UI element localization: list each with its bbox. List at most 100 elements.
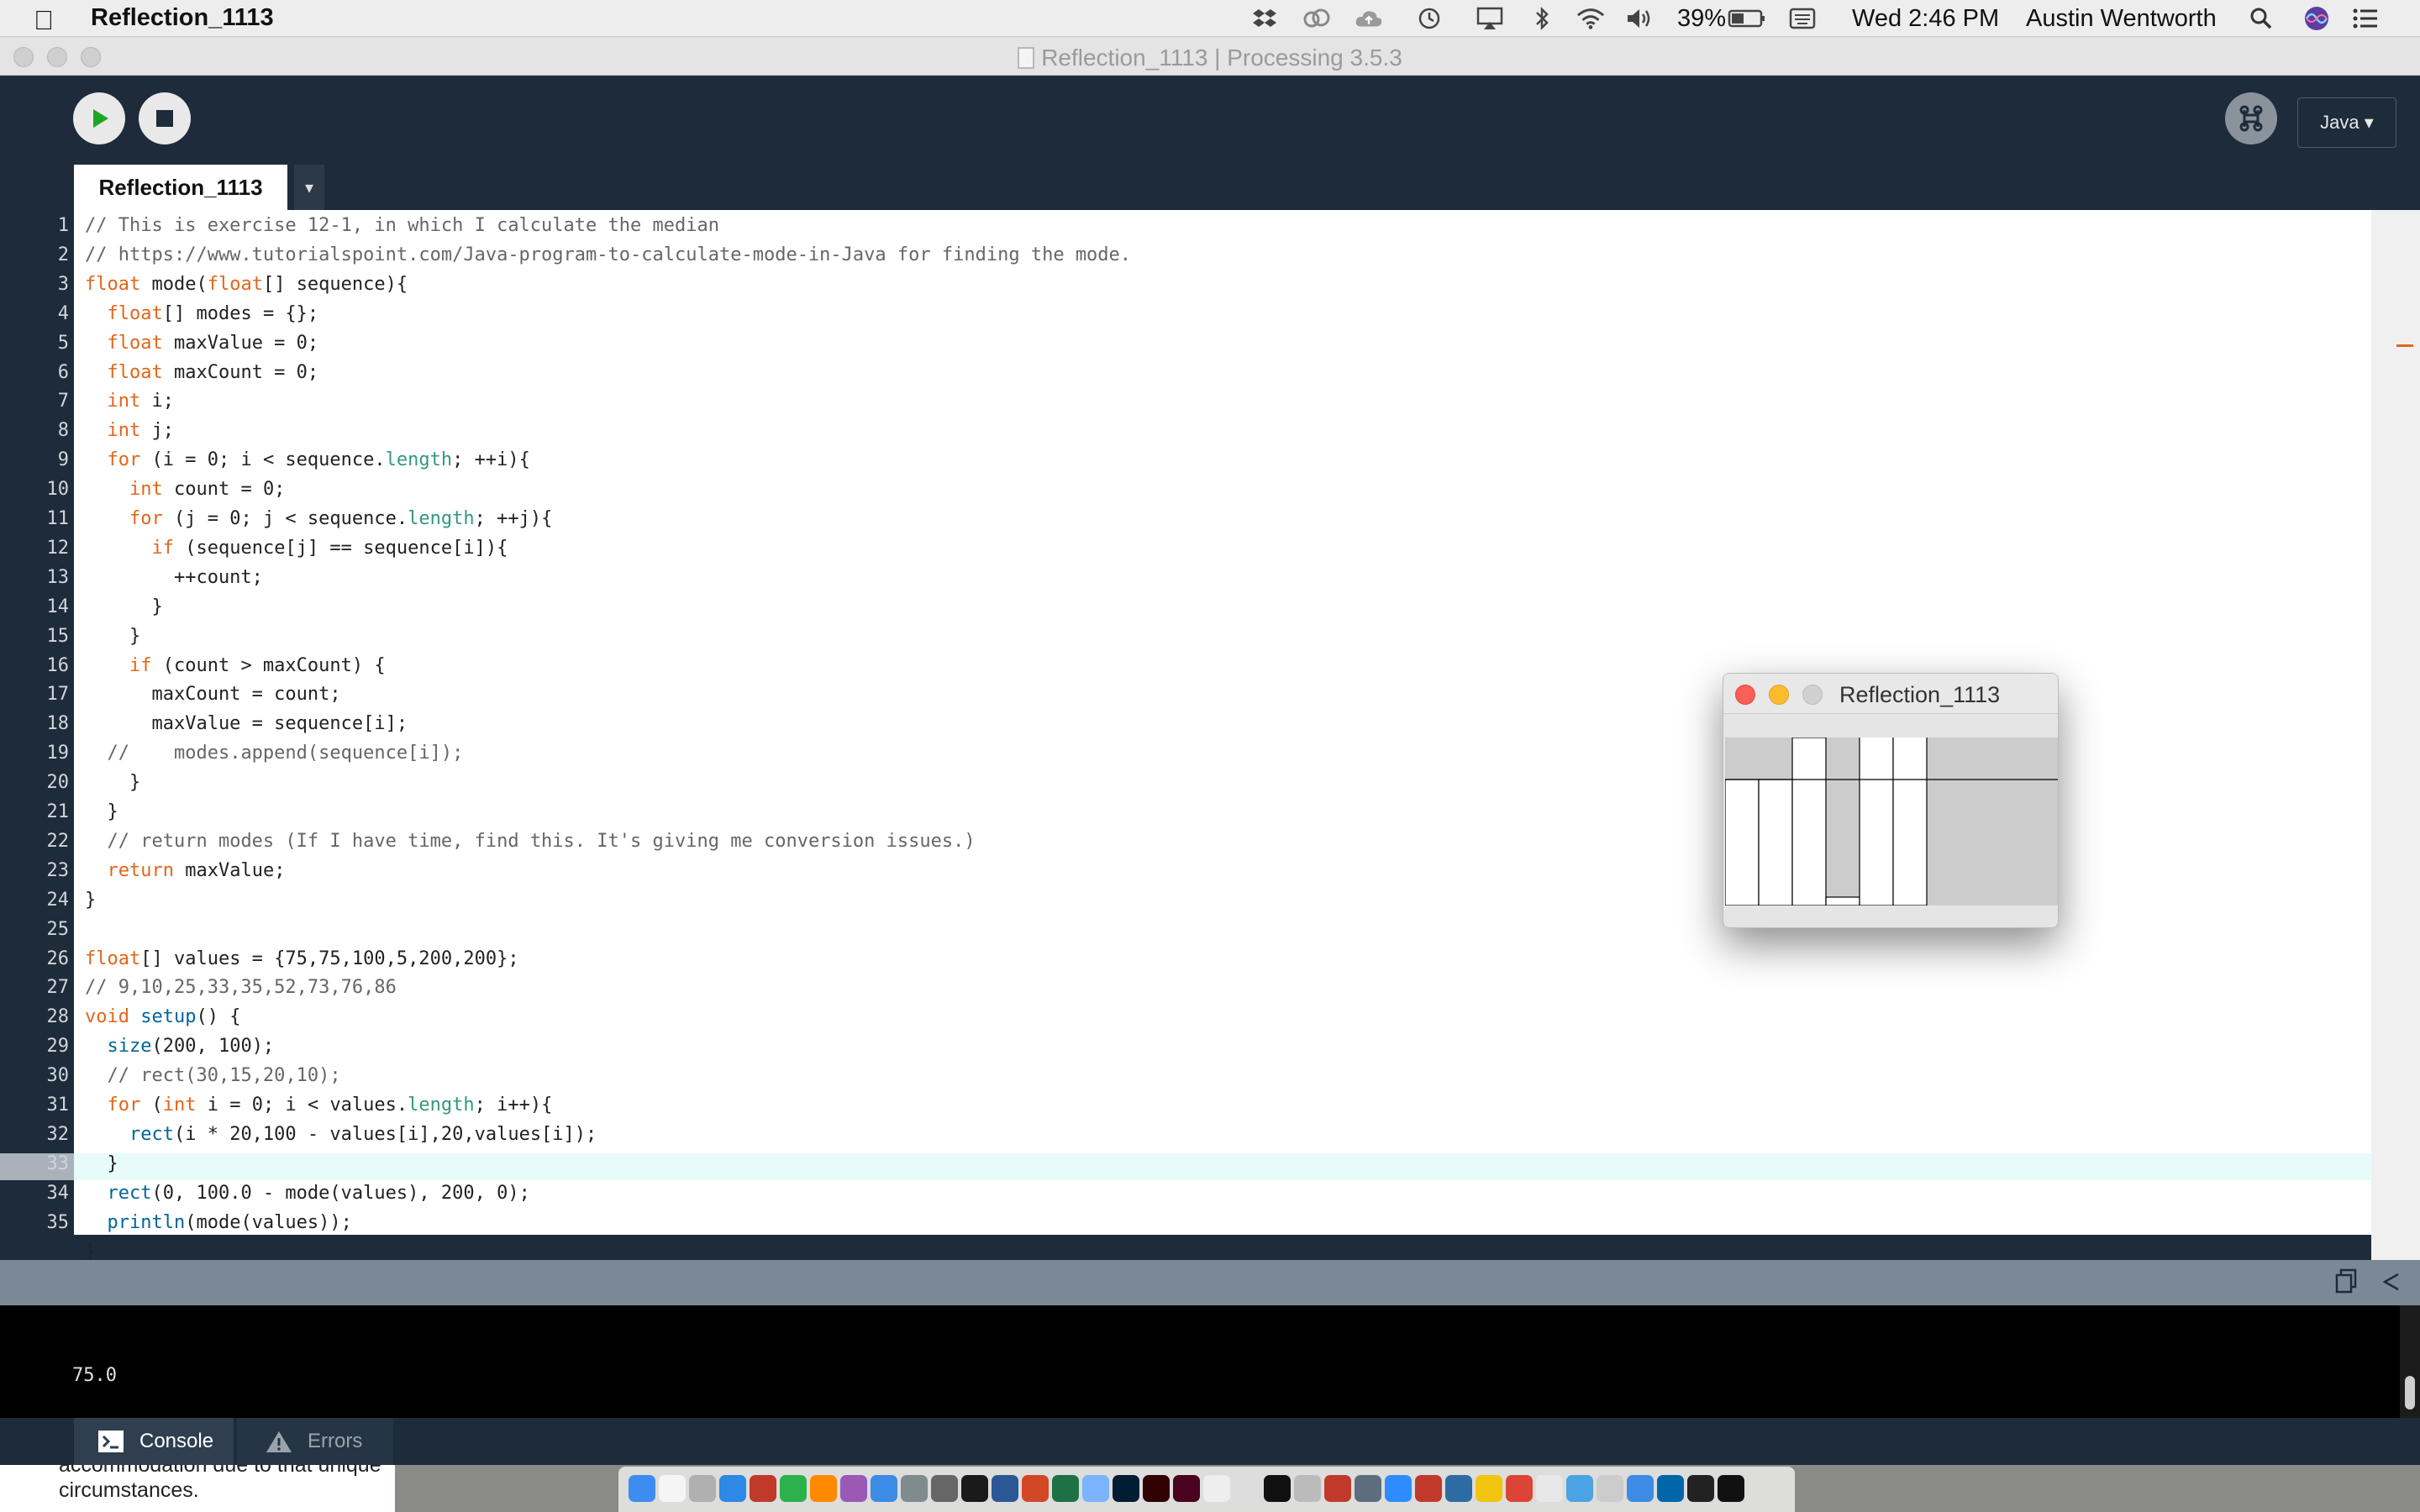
run-button[interactable] xyxy=(73,92,125,144)
collapse-icon[interactable] xyxy=(2381,1272,2402,1296)
console-area[interactable] xyxy=(0,1305,2400,1418)
code-line: rect(i * 20,100 - values[i],20,values[i]… xyxy=(129,1123,597,1145)
code-line: void setup() { xyxy=(85,1006,241,1028)
dock-app-icon[interactable] xyxy=(1203,1475,1230,1502)
cloud-upload-icon[interactable] xyxy=(1355,6,1383,31)
line-number: 19 xyxy=(46,743,70,764)
dock-app-icon[interactable] xyxy=(1445,1475,1472,1502)
tab-reflection-1113[interactable]: Reflection_1113 xyxy=(74,165,287,210)
sketch-zoom-button[interactable] xyxy=(1802,685,1823,705)
dock-app-icon[interactable] xyxy=(1476,1475,1502,1502)
dock-app-icon[interactable] xyxy=(1597,1475,1623,1502)
dock-app-icon[interactable] xyxy=(1022,1475,1049,1502)
dock-app-icon[interactable] xyxy=(931,1475,958,1502)
sketch-bar xyxy=(1825,896,1860,906)
apple-icon[interactable]:  xyxy=(34,5,54,36)
sketch-bar xyxy=(1758,779,1793,906)
notification-center-icon[interactable] xyxy=(2351,6,2380,31)
dock-app-icon[interactable] xyxy=(659,1475,686,1502)
console-scroll-thumb[interactable] xyxy=(2405,1376,2415,1410)
menu-clock[interactable]: Wed 2:46 PM xyxy=(1852,5,1999,33)
dock-app-icon[interactable] xyxy=(1566,1475,1593,1502)
window-title-text: Reflection_1113 | Processing 3.5.3 xyxy=(1041,45,1402,71)
dock-app-icon[interactable] xyxy=(1234,1475,1260,1502)
menu-app-name[interactable]: Reflection_1113 xyxy=(91,4,274,32)
copy-icon[interactable] xyxy=(2334,1268,2358,1298)
dock-app-icon[interactable] xyxy=(1143,1475,1170,1502)
window-title: Reflection_1113 | Processing 3.5.3 xyxy=(0,45,2420,71)
dock-app-icon[interactable] xyxy=(1385,1475,1412,1502)
dock-app-icon[interactable] xyxy=(1173,1475,1200,1502)
document-icon xyxy=(1018,47,1035,69)
spotlight-icon[interactable] xyxy=(2247,6,2275,31)
code-line: float mode(float[] sequence){ xyxy=(85,273,408,295)
time-machine-icon[interactable] xyxy=(1415,6,1444,31)
tab-errors[interactable]: Errors xyxy=(237,1418,393,1465)
dock-app-icon[interactable] xyxy=(961,1475,988,1502)
sketch-bar xyxy=(1725,779,1760,906)
debug-button[interactable] xyxy=(2225,92,2277,144)
dock-app-icon[interactable] xyxy=(1355,1475,1381,1502)
dock-app-icon[interactable] xyxy=(629,1475,655,1502)
code-line: } xyxy=(85,889,97,911)
stop-button[interactable] xyxy=(139,92,191,144)
wifi-icon[interactable] xyxy=(1576,6,1605,31)
sketch-close-button[interactable] xyxy=(1735,685,1755,705)
dock-app-icon[interactable] xyxy=(1324,1475,1351,1502)
line-number: 14 xyxy=(46,596,70,617)
sketch-bar xyxy=(1892,738,1928,906)
error-marker[interactable] xyxy=(2396,344,2413,347)
code-line: } xyxy=(85,801,118,822)
code-line: // modes.append(sequence[i]); xyxy=(107,743,464,764)
dock-app-icon[interactable] xyxy=(1657,1475,1684,1502)
dock-app-icon[interactable] xyxy=(1415,1475,1442,1502)
dock-app-icon[interactable] xyxy=(1052,1475,1079,1502)
dock-app-icon[interactable] xyxy=(750,1475,776,1502)
keyboard-icon[interactable] xyxy=(1788,6,1817,31)
code-line: } xyxy=(85,1152,118,1174)
line-number: 33 xyxy=(46,1152,70,1174)
dock-app-icon[interactable] xyxy=(840,1475,867,1502)
airplay-icon[interactable] xyxy=(1476,6,1504,31)
dock-app-icon[interactable] xyxy=(992,1475,1018,1502)
volume-icon[interactable] xyxy=(1625,6,1654,31)
line-number: 5 xyxy=(57,332,69,354)
dock-app-icon[interactable] xyxy=(1113,1475,1139,1502)
dock-app-icon[interactable] xyxy=(871,1475,897,1502)
line-number: 29 xyxy=(46,1036,70,1058)
dock-app-icon[interactable] xyxy=(719,1475,746,1502)
sketch-minimize-button[interactable] xyxy=(1769,685,1789,705)
dock-app-icon[interactable] xyxy=(1294,1475,1321,1502)
creative-cloud-icon[interactable] xyxy=(1302,6,1331,31)
dock-app-icon[interactable] xyxy=(1718,1475,1744,1502)
stop-icon xyxy=(156,110,173,127)
editor-scrollbar[interactable] xyxy=(2371,210,2420,1260)
menu-user-name[interactable]: Austin Wentworth xyxy=(2026,5,2217,33)
dock-app-icon[interactable] xyxy=(1687,1475,1714,1502)
sketch-window[interactable]: Reflection_1113 xyxy=(1723,673,2059,928)
battery-icon[interactable] xyxy=(1728,6,1766,31)
tab-console[interactable]: Console xyxy=(74,1418,234,1465)
line-number: 17 xyxy=(46,684,70,706)
dock-app-icon[interactable] xyxy=(1627,1475,1654,1502)
siri-icon[interactable] xyxy=(2302,6,2331,31)
console-scrollbar[interactable] xyxy=(2400,1305,2420,1418)
dock-app-icon[interactable] xyxy=(901,1475,928,1502)
dock-app-icon[interactable] xyxy=(780,1475,807,1502)
toolbar xyxy=(0,76,2420,210)
tab-menu-button[interactable]: ▾ xyxy=(294,165,324,210)
code-line: float[] modes = {}; xyxy=(107,302,319,324)
code-line: int i; xyxy=(107,391,175,412)
line-number: 35 xyxy=(46,1211,70,1233)
dock-app-icon[interactable] xyxy=(689,1475,716,1502)
dropbox-icon[interactable] xyxy=(1250,6,1279,31)
status-bar xyxy=(0,1260,2420,1305)
dock-app-icon[interactable] xyxy=(1082,1475,1109,1502)
dock-app-icon[interactable] xyxy=(1536,1475,1563,1502)
dock-app-icon[interactable] xyxy=(1506,1475,1533,1502)
mode-selector[interactable]: Java ▾ xyxy=(2297,97,2396,148)
dock-app-icon[interactable] xyxy=(1264,1475,1291,1502)
bluetooth-icon[interactable] xyxy=(1528,6,1556,31)
console-icon xyxy=(98,1431,124,1452)
dock-app-icon[interactable] xyxy=(810,1475,837,1502)
